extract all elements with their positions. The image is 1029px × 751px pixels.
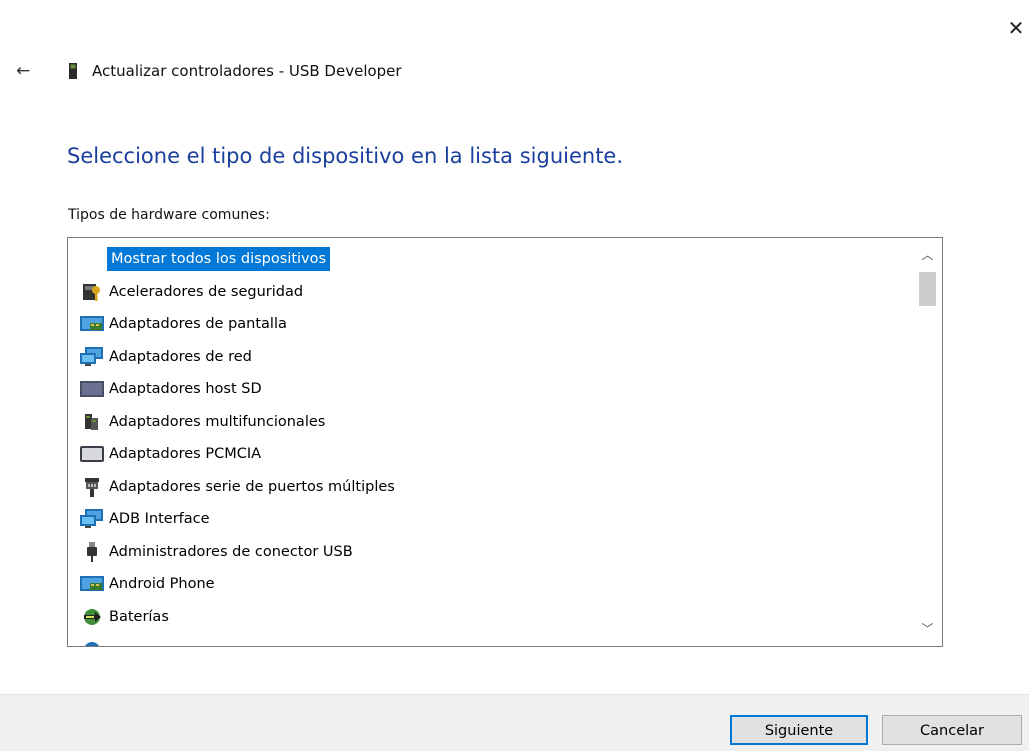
cancel-button[interactable]: Cancelar xyxy=(882,715,1022,745)
battery-icon xyxy=(76,606,108,628)
list-item-label: Adaptadores multifuncionales xyxy=(109,413,326,430)
list-item-display-adapters[interactable]: Adaptadores de pantalla xyxy=(68,308,913,341)
adb-interface-icon xyxy=(76,508,108,530)
bluetooth-icon xyxy=(76,638,108,646)
multifunction-adapter-icon xyxy=(76,411,108,433)
list-item-label: Baterías xyxy=(109,608,169,625)
list-item-batteries[interactable]: Baterías xyxy=(68,601,913,634)
window-title: Actualizar controladores - USB Developer xyxy=(92,62,402,80)
list-item-label: Adaptadores host SD xyxy=(109,381,262,398)
hardware-types-list[interactable]: Mostrar todos los dispositivos Acelerado… xyxy=(67,237,943,647)
list-item-label: Administradores de conector USB xyxy=(109,543,353,560)
sd-host-adapter-icon xyxy=(76,378,108,400)
list-item-multiport-serial-adapters[interactable]: Adaptadores serie de puertos múltiples xyxy=(68,471,913,504)
usb-device-icon xyxy=(69,63,77,79)
network-adapter-icon xyxy=(76,346,108,368)
list-item-android-phone[interactable]: Android Phone xyxy=(68,568,913,601)
dialog-footer: Siguiente Cancelar xyxy=(0,694,1029,751)
list-rows: Mostrar todos los dispositivos Acelerado… xyxy=(68,243,913,646)
usb-connector-icon xyxy=(76,541,108,563)
multiport-serial-icon xyxy=(76,476,108,498)
list-scrollbar[interactable]: ︿ ﹀ xyxy=(913,238,942,646)
next-button[interactable]: Siguiente xyxy=(730,715,868,745)
list-item-label: Aceleradores de seguridad xyxy=(109,283,304,300)
security-accelerator-icon xyxy=(76,281,108,303)
list-item-pcmcia-adapters[interactable]: Adaptadores PCMCIA xyxy=(68,438,913,471)
list-item-label: Adaptadores de red xyxy=(109,348,252,365)
list-item-partially-visible[interactable] xyxy=(68,633,913,646)
pcmcia-adapter-icon xyxy=(76,443,108,465)
update-drivers-window: ✕ ← Actualizar controladores - USB Devel… xyxy=(0,0,1029,751)
page-heading: Seleccione el tipo de dispositivo en la … xyxy=(67,144,624,168)
list-item-label: Adaptadores de pantalla xyxy=(109,316,287,333)
scroll-down-icon[interactable]: ﹀ xyxy=(913,616,942,642)
list-item-sd-host-adapters[interactable]: Adaptadores host SD xyxy=(68,373,913,406)
list-item-network-adapters[interactable]: Adaptadores de red xyxy=(68,341,913,374)
back-arrow-icon[interactable]: ← xyxy=(16,62,34,80)
close-icon[interactable]: ✕ xyxy=(1006,18,1026,38)
list-item-label: ADB Interface xyxy=(109,511,210,528)
list-item-show-all-devices[interactable]: Mostrar todos los dispositivos xyxy=(68,243,913,276)
scroll-up-icon[interactable]: ︿ xyxy=(913,242,942,268)
display-adapter-icon xyxy=(76,313,108,335)
list-item-label: Mostrar todos los dispositivos xyxy=(107,247,331,272)
hardware-types-label: Tipos de hardware comunes: xyxy=(68,207,270,223)
list-item-security-accelerators[interactable]: Aceleradores de seguridad xyxy=(68,276,913,309)
scroll-thumb[interactable] xyxy=(919,272,936,306)
list-item-label: Android Phone xyxy=(109,576,215,593)
list-item-adb-interface[interactable]: ADB Interface xyxy=(68,503,913,536)
list-item-label: Adaptadores PCMCIA xyxy=(109,446,262,463)
list-item-usb-connector-managers[interactable]: Administradores de conector USB xyxy=(68,536,913,569)
list-item-multifunction-adapters[interactable]: Adaptadores multifuncionales xyxy=(68,406,913,439)
android-phone-icon xyxy=(76,573,108,595)
list-item-label: Adaptadores serie de puertos múltiples xyxy=(109,478,395,495)
